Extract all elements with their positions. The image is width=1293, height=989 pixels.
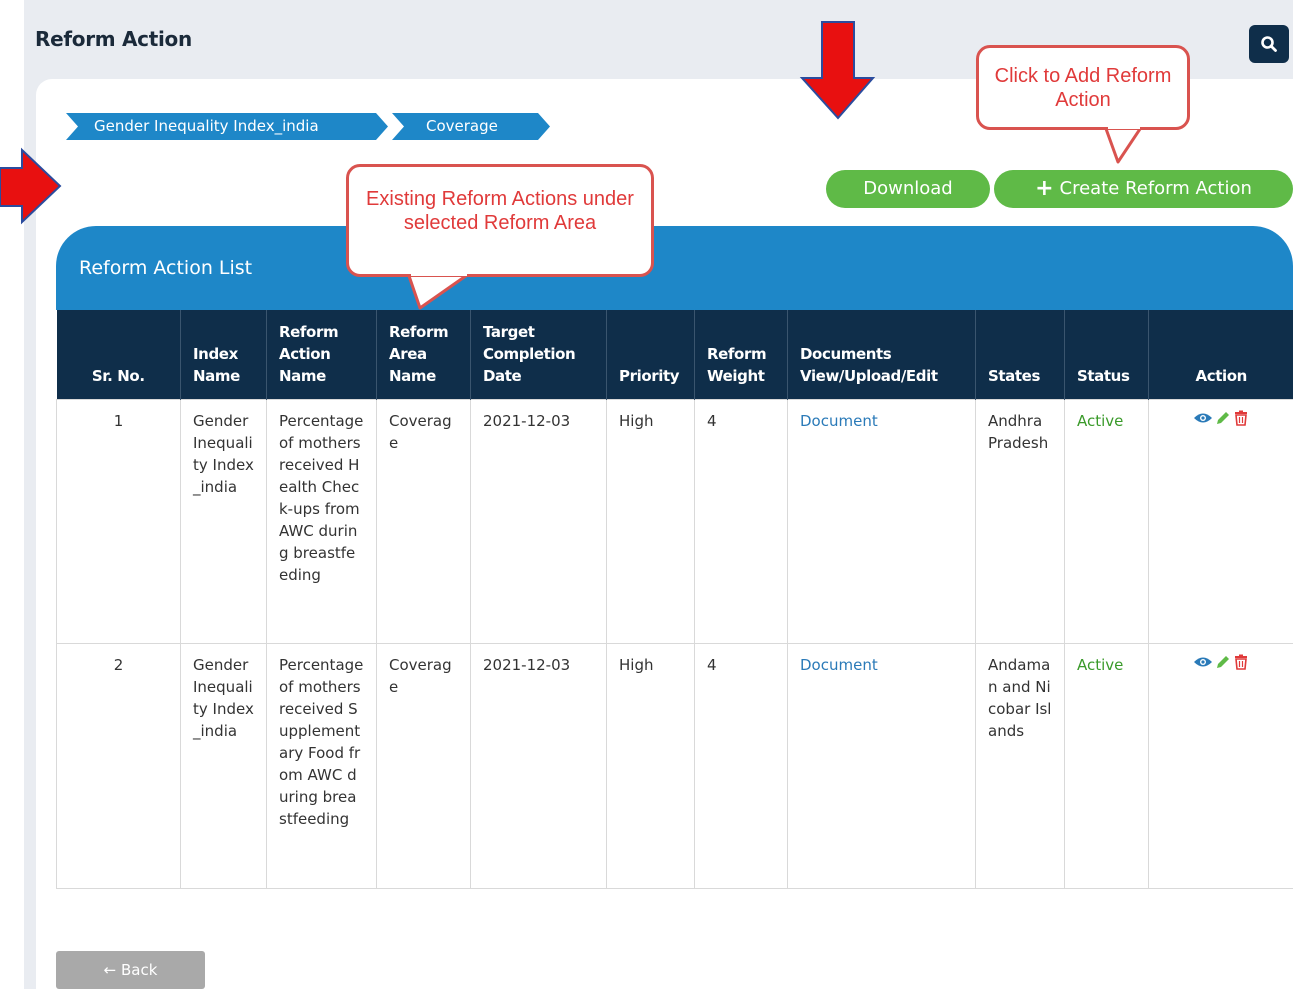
right-arrow-icon <box>0 147 62 225</box>
callout-existing-actions: Existing Reform Actions under selected R… <box>346 164 654 277</box>
callout-add-reform-action: Click to Add Reform Action <box>976 45 1190 130</box>
down-arrow-icon <box>799 21 876 120</box>
annotation-layer <box>0 21 1144 310</box>
callout-tail-existing <box>406 271 472 310</box>
callout-tail-add <box>1103 124 1144 164</box>
